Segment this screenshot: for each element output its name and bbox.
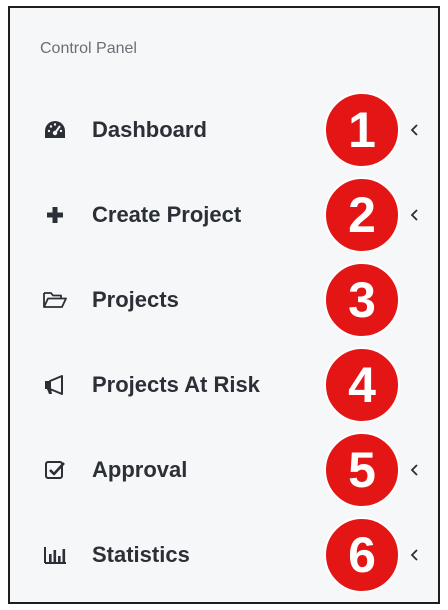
sidebar-item-label: Projects (92, 287, 179, 312)
number-badge: 6 (324, 517, 400, 593)
chevron-left-icon[interactable] (408, 208, 422, 222)
sidebar-item-dashboard[interactable]: Dashboard 1 (10, 92, 438, 168)
plus-icon (41, 202, 69, 228)
control-panel-sidebar: Control Panel Dashboard 1 Create Project… (8, 6, 440, 604)
number-badge: 5 (324, 432, 400, 508)
megaphone-icon (41, 372, 69, 398)
sidebar-item-statistics[interactable]: Statistics 6 (10, 517, 438, 593)
bar-chart-icon (41, 542, 69, 568)
dashboard-icon (41, 117, 69, 143)
panel-title: Control Panel (40, 40, 137, 57)
folder-open-icon (41, 287, 69, 313)
checkbox-icon (41, 457, 69, 483)
sidebar-item-label: Statistics (92, 542, 190, 567)
sidebar-item-label: Projects At Risk (92, 372, 260, 397)
sidebar-item-create-project[interactable]: Create Project 2 (10, 177, 438, 253)
number-badge: 3 (324, 262, 400, 338)
sidebar-item-label: Approval (92, 457, 188, 482)
chevron-left-icon[interactable] (408, 463, 422, 477)
sidebar-item-projects-at-risk[interactable]: Projects At Risk 4 (10, 347, 438, 423)
sidebar-item-label: Dashboard (92, 117, 207, 142)
sidebar-item-approval[interactable]: Approval 5 (10, 432, 438, 508)
number-badge: 1 (324, 92, 400, 168)
sidebar-item-label: Create Project (92, 202, 242, 227)
sidebar-item-projects[interactable]: Projects 3 (10, 262, 438, 338)
number-badge: 2 (324, 177, 400, 253)
chevron-left-icon[interactable] (408, 123, 422, 137)
chevron-left-icon[interactable] (408, 548, 422, 562)
number-badge: 4 (324, 347, 400, 423)
